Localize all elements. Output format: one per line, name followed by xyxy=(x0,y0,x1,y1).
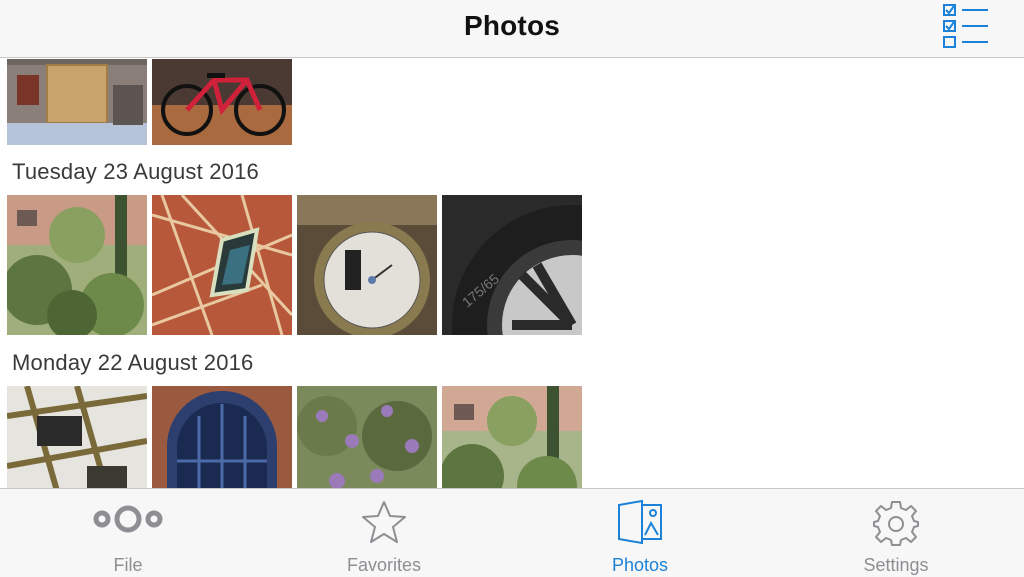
photo-row xyxy=(7,59,292,145)
page-title: Photos xyxy=(463,10,561,41)
section-date-header: Tuesday 23 August 2016 xyxy=(12,159,259,184)
tab-settings[interactable]: Settings xyxy=(768,489,1024,577)
navigation-bar: Photos xyxy=(0,0,1024,58)
photo-thumbnail[interactable] xyxy=(7,386,147,488)
photo-thumbnail[interactable] xyxy=(297,195,437,335)
select-mode-button[interactable] xyxy=(938,3,992,53)
photo-thumbnail[interactable] xyxy=(442,386,582,488)
tab-label: Favorites xyxy=(346,555,422,575)
tab-label: Settings xyxy=(863,555,929,575)
tab-photos[interactable]: Photos xyxy=(512,489,768,577)
photo-thumbnail[interactable] xyxy=(152,195,292,335)
photo-row xyxy=(7,386,582,488)
photos-icon xyxy=(618,499,662,545)
tab-label: Photos xyxy=(611,555,669,575)
photo-thumbnail[interactable] xyxy=(7,59,147,145)
tab-favorites[interactable]: Favorites xyxy=(256,489,512,577)
nextcloud-logo-icon xyxy=(93,505,163,533)
photo-row: 175/65 xyxy=(7,195,582,335)
section-date-header: Monday 22 August 2016 xyxy=(12,350,254,375)
tab-file[interactable]: File xyxy=(0,489,256,577)
star-icon xyxy=(362,501,406,543)
photo-thumbnail[interactable] xyxy=(152,386,292,488)
tab-bar: File Favorites Photos Settings xyxy=(0,488,1024,577)
photo-thumbnail[interactable] xyxy=(297,386,437,488)
tab-label: File xyxy=(113,555,143,575)
gear-icon xyxy=(873,501,919,546)
photo-grid[interactable]: Tuesday 23 August 2016 175/65 Monday 22 … xyxy=(0,59,1024,488)
photo-thumbnail[interactable] xyxy=(152,59,292,145)
photo-thumbnail[interactable] xyxy=(7,195,147,335)
checklist-icon xyxy=(943,4,988,48)
photo-thumbnail[interactable]: 175/65 xyxy=(442,195,582,335)
